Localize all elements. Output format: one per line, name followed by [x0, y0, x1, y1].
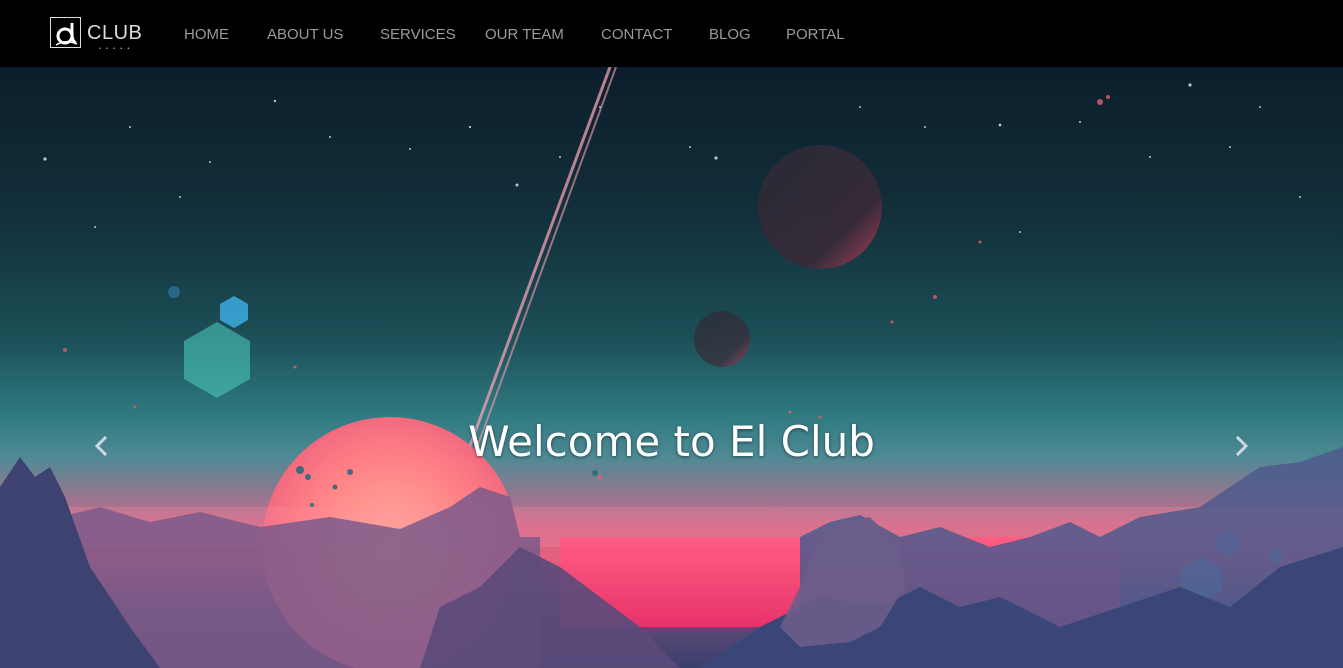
nav-services[interactable]: SERVICES [380, 26, 456, 43]
hero-background-image [0, 67, 1343, 668]
brand-logo[interactable]: CLUB • • • • • [50, 17, 146, 52]
logo-dots: • • • • • [99, 46, 132, 52]
nav-about-us[interactable]: ABOUT US [267, 26, 343, 43]
carousel-next-button[interactable] [1227, 431, 1257, 461]
navbar: CLUB • • • • • HOME ABOUT US SERVICES OU… [0, 0, 1343, 67]
nav-our-team[interactable]: OUR TEAM [485, 26, 564, 43]
hero-title: Welcome to El Club [468, 417, 875, 466]
nav-home[interactable]: HOME [184, 26, 229, 43]
hero-carousel: Welcome to El Club [0, 67, 1343, 668]
logo-text: CLUB [87, 22, 143, 44]
nav-contact[interactable]: CONTACT [601, 26, 672, 43]
logo-mark-icon [50, 17, 81, 48]
chevron-right-icon [1235, 435, 1249, 457]
nav-portal[interactable]: PORTAL [786, 26, 845, 43]
nav-blog[interactable]: BLOG [709, 26, 751, 43]
